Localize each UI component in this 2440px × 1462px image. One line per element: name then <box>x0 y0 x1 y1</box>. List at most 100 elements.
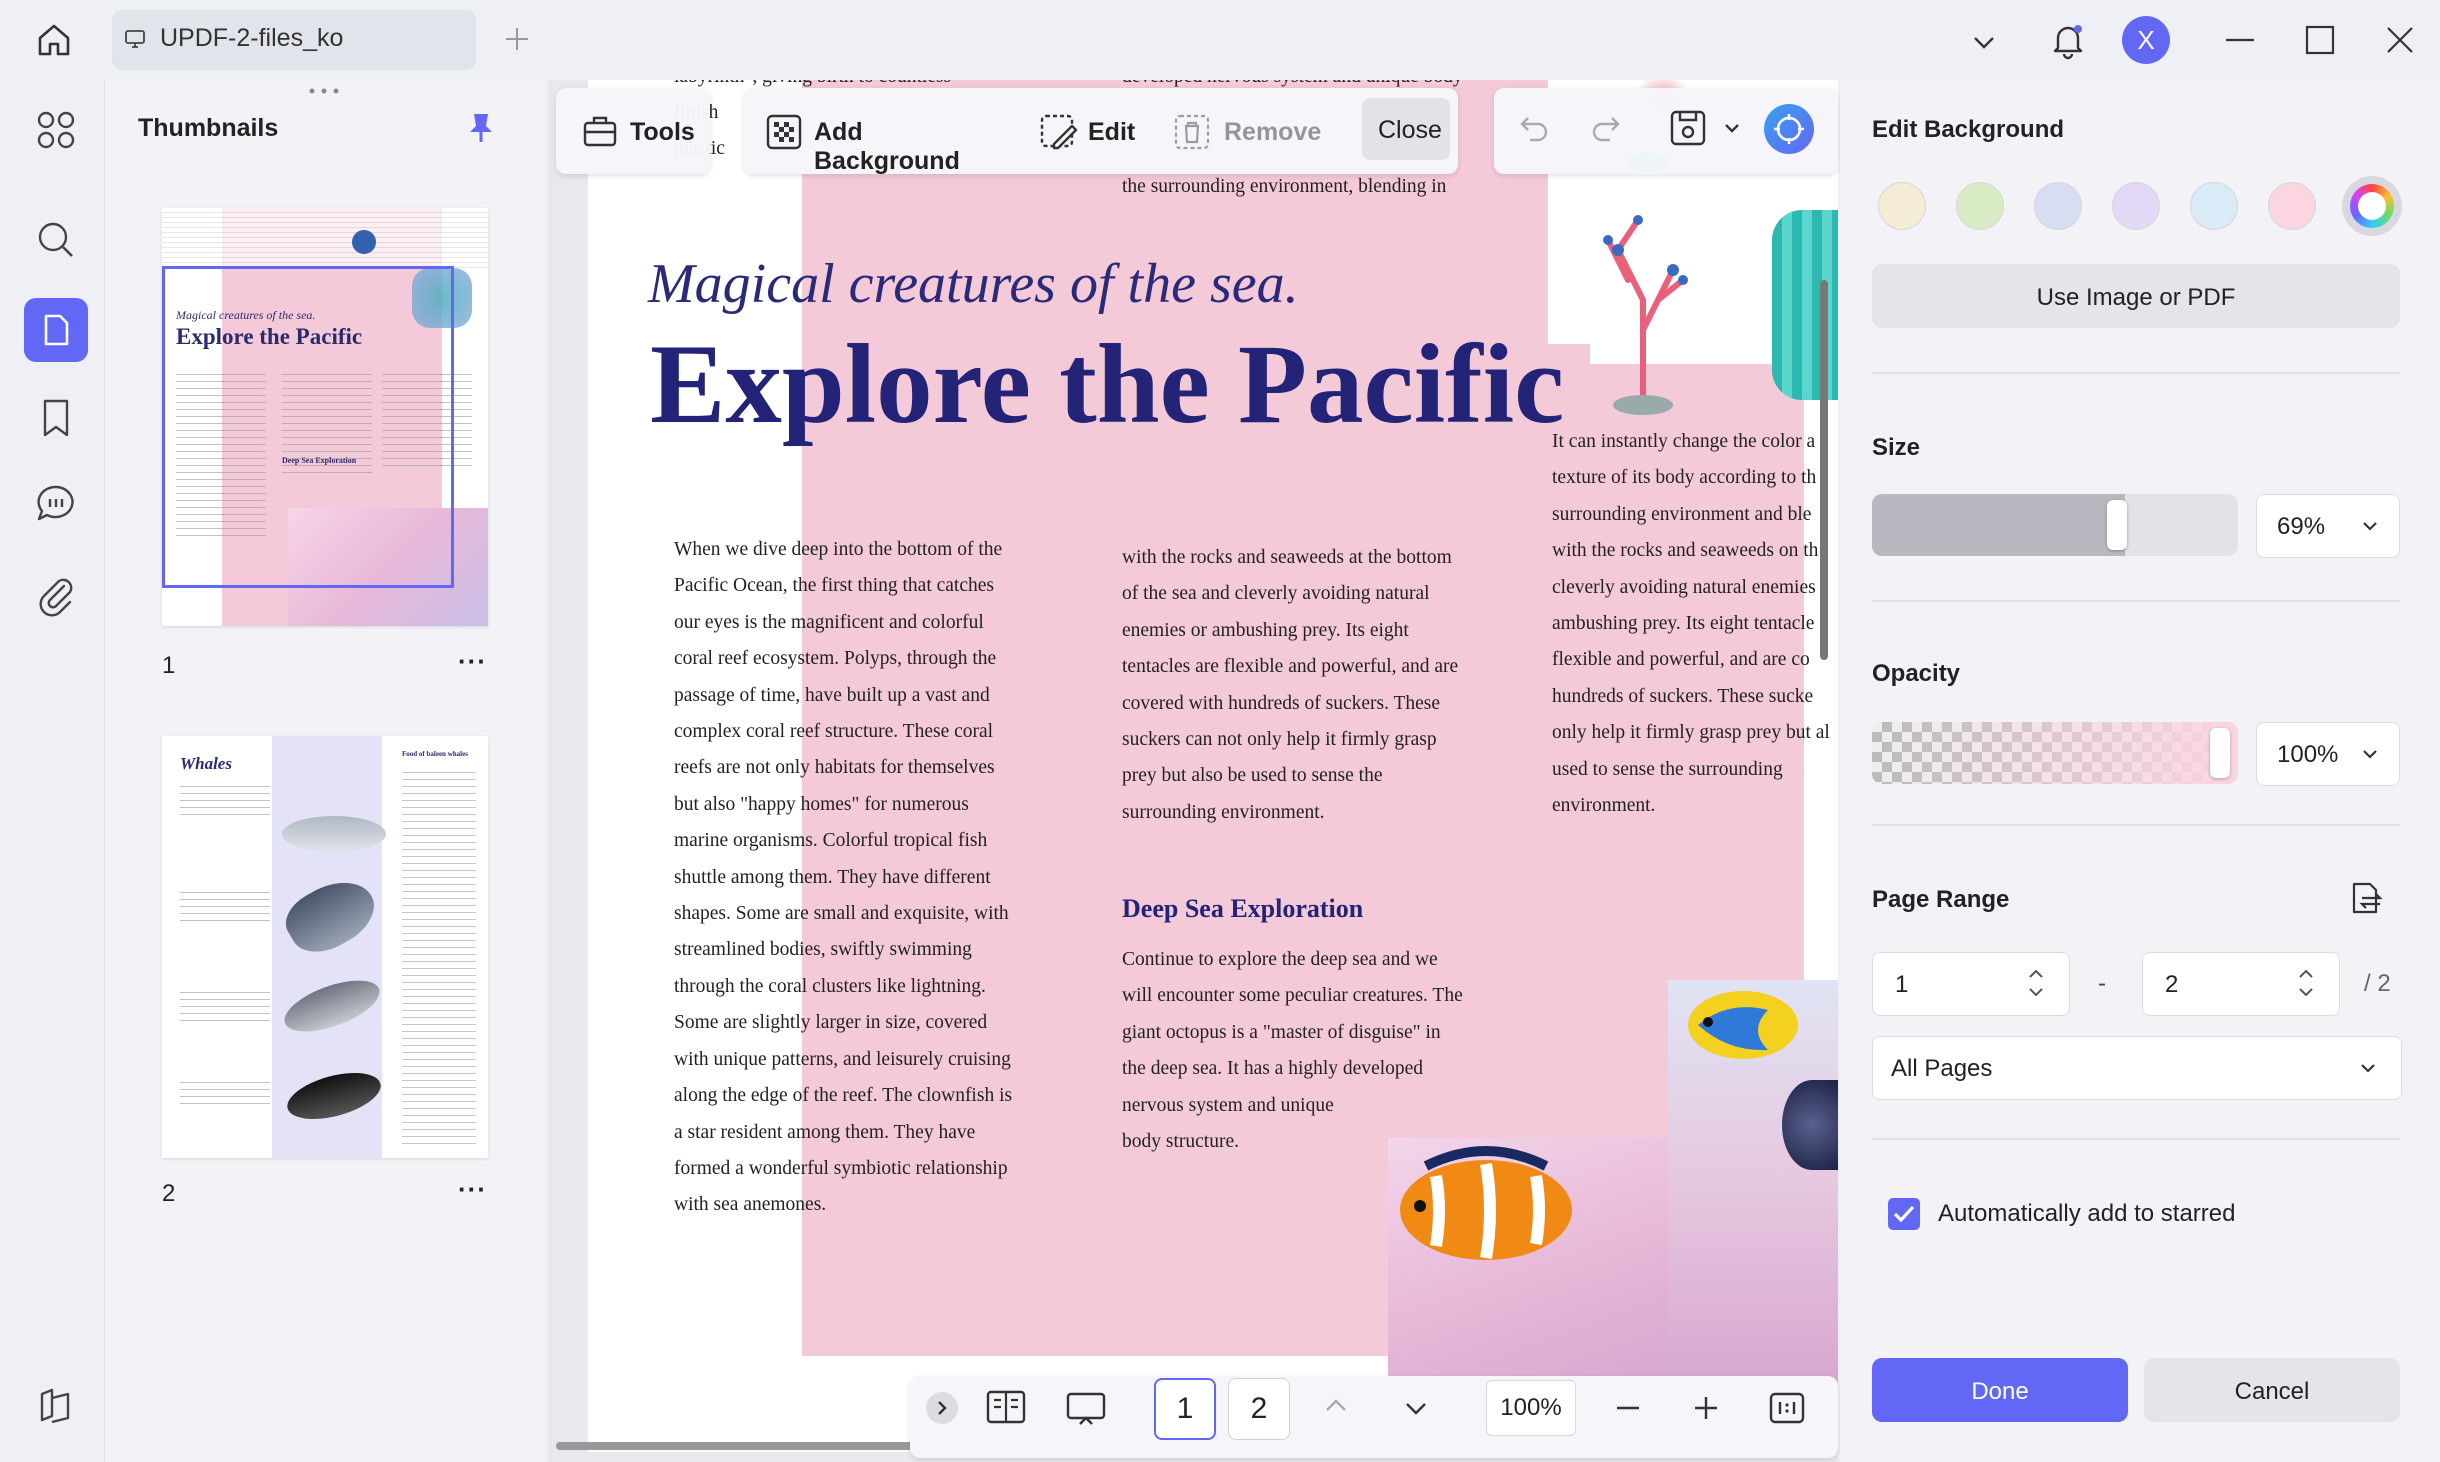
range-from-value: 1 <box>1895 971 1909 998</box>
thumbnail-page-1[interactable]: Magical creatures of the sea. Explore th… <box>162 208 488 626</box>
size-slider-handle[interactable] <box>2107 500 2127 550</box>
add-background-button[interactable]: Add Background <box>762 106 1010 175</box>
page-1-more-icon[interactable]: ··· <box>458 646 487 677</box>
swatch-green[interactable] <box>1956 182 2004 230</box>
avatar[interactable]: X <box>2122 16 2170 64</box>
home-icon[interactable] <box>32 18 76 62</box>
edit-background-icon <box>1038 112 1078 152</box>
bookmark-icon[interactable] <box>30 392 82 444</box>
sidebar-settings-icon[interactable] <box>30 1380 82 1432</box>
close-window-icon[interactable] <box>2378 18 2422 62</box>
drag-handle[interactable] <box>306 86 342 96</box>
attachment-icon[interactable] <box>30 568 82 620</box>
minimize-icon[interactable] <box>2218 18 2262 62</box>
text-line: with unique patterns, and leisurely crui… <box>674 1048 1011 1070</box>
opacity-dropdown[interactable]: 100% <box>2256 722 2400 786</box>
text-line: will encounter some peculiar creatures. … <box>1122 985 1463 1007</box>
next-page-icon[interactable] <box>1398 1390 1434 1426</box>
opacity-slider-handle[interactable] <box>2210 728 2230 778</box>
column-1: When we dive deep into the bottom of the… <box>674 532 1044 1224</box>
remove-button[interactable]: Remove <box>1170 106 1322 160</box>
size-chevron-icon <box>2359 515 2381 537</box>
pin-icon[interactable] <box>462 108 500 146</box>
custom-color-icon[interactable] <box>2342 176 2402 236</box>
text-line: with the rocks and seaweeds at the botto… <box>1122 547 1452 568</box>
text-line: marine organisms. Colorful tropical fish <box>674 830 988 852</box>
new-tab-icon[interactable] <box>502 24 532 54</box>
zoom-in-icon[interactable] <box>1688 1390 1724 1426</box>
undo-icon[interactable] <box>1514 108 1554 148</box>
top-fragment-mid: developed nervous system and unique body <box>1122 80 1463 88</box>
thumb2-side-heading: Food of baleen whales <box>402 750 468 758</box>
vertical-scrollbar[interactable] <box>1820 280 1828 660</box>
page-range-swap-icon[interactable] <box>2346 878 2386 918</box>
swatch-sky[interactable] <box>2190 182 2238 230</box>
text-line: surrounding environment. <box>1122 801 1325 823</box>
previous-page-icon[interactable] <box>1318 1388 1354 1424</box>
edit-button[interactable]: Edit <box>1036 106 1136 160</box>
presentation-icon[interactable] <box>1062 1388 1110 1430</box>
text-line: with sea anemones. <box>674 1194 827 1216</box>
cancel-button[interactable]: Cancel <box>2144 1358 2400 1422</box>
opacity-slider[interactable] <box>1872 722 2238 784</box>
column-2b: Continue to explore the deep sea and we w… <box>1122 942 1502 1160</box>
zoom-level[interactable]: 100% <box>1486 1380 1576 1436</box>
tools-button[interactable]: Tools <box>576 104 706 158</box>
done-button[interactable]: Done <box>1872 1358 2128 1422</box>
trash-icon <box>1172 112 1212 152</box>
ai-assistant-icon[interactable] <box>1764 104 1814 154</box>
save-icon[interactable] <box>1666 106 1710 150</box>
use-image-button[interactable]: Use Image or PDF <box>1872 264 2400 328</box>
divider <box>1872 600 2400 602</box>
chevron-down-icon[interactable] <box>1966 24 2002 60</box>
done-label: Done <box>1971 1378 2029 1405</box>
range-to-spin-icon[interactable] <box>2295 963 2317 1003</box>
page-layout-icon[interactable] <box>984 1388 1028 1428</box>
maximize-icon[interactable] <box>2298 18 2342 62</box>
close-button[interactable]: Close <box>1362 98 1450 160</box>
range-from-spin-icon[interactable] <box>2025 963 2047 1003</box>
size-slider[interactable] <box>1872 494 2238 556</box>
zoom-out-icon[interactable] <box>1610 1390 1646 1426</box>
page-2-more-icon[interactable]: ··· <box>458 1174 487 1205</box>
grid-view-icon[interactable] <box>30 104 82 156</box>
range-from-stepper[interactable]: 1 <box>1872 952 2070 1016</box>
swatch-blue[interactable] <box>2034 182 2082 230</box>
use-image-label: Use Image or PDF <box>2036 284 2236 311</box>
text-line: streamlined bodies, swiftly swimming <box>674 939 972 961</box>
column-3: It can instantly change the color a textu… <box>1552 424 1838 824</box>
size-value: 69% <box>2277 513 2326 540</box>
page-1-button[interactable]: 1 <box>1154 1378 1216 1440</box>
text-line: surrounding environment and ble <box>1552 503 1812 525</box>
document-tab-label: UPDF-2-files_ko <box>160 24 344 52</box>
remove-label: Remove <box>1224 118 1322 146</box>
comment-icon[interactable] <box>30 478 82 530</box>
page-icon <box>36 310 76 350</box>
text-line: shuttle among them. They have different <box>674 866 991 888</box>
text-line: coral reef ecosystem. Polyps, through th… <box>674 648 997 670</box>
text-line: Some are slightly larger in size, covere… <box>674 1012 988 1034</box>
pages-dropdown[interactable]: All Pages <box>1872 1036 2402 1100</box>
range-to-stepper[interactable]: 2 <box>2142 952 2340 1016</box>
text-line: giant octopus is a "master of disguise" … <box>1122 1021 1441 1043</box>
text-line: enemies or ambushing prey. Its eight <box>1122 619 1409 641</box>
pages-chevron-icon <box>2357 1057 2379 1079</box>
text-line: tentacles are flexible and powerful, and… <box>1122 656 1459 678</box>
text-line: passage of time, have built up a vast an… <box>674 684 990 706</box>
redo-icon[interactable] <box>1586 108 1626 148</box>
dark-fish-image <box>1782 1080 1838 1170</box>
swatch-pink[interactable] <box>2268 182 2316 230</box>
size-dropdown[interactable]: 69% <box>2256 494 2400 558</box>
actual-size-icon[interactable] <box>1768 1390 1806 1426</box>
opacity-label: Opacity <box>1872 660 1961 687</box>
save-options-chevron-icon[interactable] <box>1720 116 1744 140</box>
swatch-cream[interactable] <box>1878 182 1926 230</box>
search-icon[interactable] <box>30 214 82 266</box>
swatch-lavender[interactable] <box>2112 182 2160 230</box>
expand-bar-icon[interactable] <box>926 1392 958 1424</box>
notification-bell-icon[interactable] <box>2046 18 2090 62</box>
auto-star-checkbox[interactable] <box>1888 1198 1920 1230</box>
thumbnail-page-2[interactable]: Whales Food of baleen whales <box>162 736 488 1158</box>
divider <box>1872 372 2400 374</box>
page-2-button[interactable]: 2 <box>1228 1378 1290 1440</box>
